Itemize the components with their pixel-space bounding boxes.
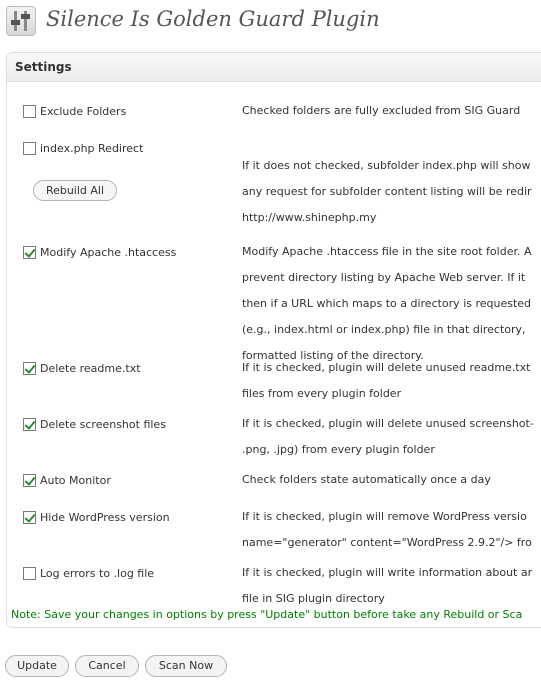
- option-description: Check folders state automatically once a…: [242, 467, 541, 493]
- description-line: Check folders state automatically once a…: [242, 473, 491, 486]
- description-line: Modify Apache .htaccess file in the site…: [242, 245, 532, 258]
- description-line: .png, .jpg) from every plugin folder: [242, 443, 435, 456]
- option-description: Checked folders are fully excluded from …: [242, 98, 541, 124]
- option-label: Delete screenshot files: [40, 418, 166, 431]
- scan-now-button[interactable]: Scan Now: [145, 655, 227, 677]
- delete-readme-checkbox[interactable]: [23, 362, 36, 375]
- option-description: If it is checked, plugin will delete unu…: [242, 411, 541, 463]
- option-label: Log errors to .log file: [40, 567, 155, 580]
- page-header: Silence Is Golden Guard Plugin: [6, 4, 541, 40]
- description-line: If it is checked, plugin will write info…: [242, 566, 533, 579]
- log-errors-checkbox[interactable]: [23, 567, 36, 580]
- description-line: (e.g., index.html or index.php) file in …: [242, 323, 526, 336]
- description-line: If it does not checked, subfolder index.…: [242, 159, 531, 172]
- option-description: If it is checked, plugin will write info…: [242, 560, 541, 612]
- save-note: Note: Save your changes in options by pr…: [11, 608, 523, 621]
- description-line: then if a URL which maps to a directory …: [242, 297, 532, 310]
- description-line: Checked folders are fully excluded from …: [242, 104, 521, 117]
- settings-panel: Settings Exclude Folders Checked folders…: [6, 52, 541, 628]
- option-description: If it is checked, plugin will remove Wor…: [242, 504, 541, 556]
- description-line: http://www.shinephp.my: [242, 211, 377, 224]
- option-label: Modify Apache .htaccess: [40, 246, 177, 259]
- description-line: If it is checked, plugin will remove Wor…: [242, 510, 527, 523]
- option-description: If it does not checked, subfolder index.…: [242, 153, 541, 231]
- index-redirect-checkbox[interactable]: [23, 142, 36, 155]
- description-line: If it is checked, plugin will delete unu…: [242, 361, 531, 374]
- cancel-button[interactable]: Cancel: [75, 655, 139, 677]
- hide-wp-version-checkbox[interactable]: [23, 511, 36, 524]
- description-line: any request for subfolder content listin…: [242, 185, 532, 198]
- rebuild-all-button[interactable]: Rebuild All: [33, 180, 117, 201]
- description-line: prevent directory listing by Apache Web …: [242, 271, 526, 284]
- option-description: If it is checked, plugin will delete unu…: [242, 355, 541, 407]
- option-label: Auto Monitor: [40, 474, 111, 487]
- update-button[interactable]: Update: [5, 655, 69, 677]
- auto-monitor-checkbox[interactable]: [23, 474, 36, 487]
- modify-htaccess-checkbox[interactable]: [23, 246, 36, 259]
- description-line: If it is checked, plugin will delete unu…: [242, 417, 534, 430]
- option-description: Modify Apache .htaccess file in the site…: [242, 239, 541, 369]
- delete-screenshots-checkbox[interactable]: [23, 418, 36, 431]
- description-line: name="generator" content="WordPress 2.9.…: [242, 536, 532, 549]
- option-label: index.php Redirect: [40, 142, 144, 155]
- description-line: files from every plugin folder: [242, 387, 402, 400]
- panel-title: Settings: [7, 53, 541, 82]
- page-title: Silence Is Golden Guard Plugin: [46, 7, 380, 31]
- option-label: Hide WordPress version: [40, 511, 170, 524]
- option-label: Exclude Folders: [40, 105, 127, 118]
- option-label: Delete readme.txt: [40, 362, 141, 375]
- plugin-settings-icon: [6, 6, 36, 36]
- exclude-folders-checkbox[interactable]: [23, 105, 36, 118]
